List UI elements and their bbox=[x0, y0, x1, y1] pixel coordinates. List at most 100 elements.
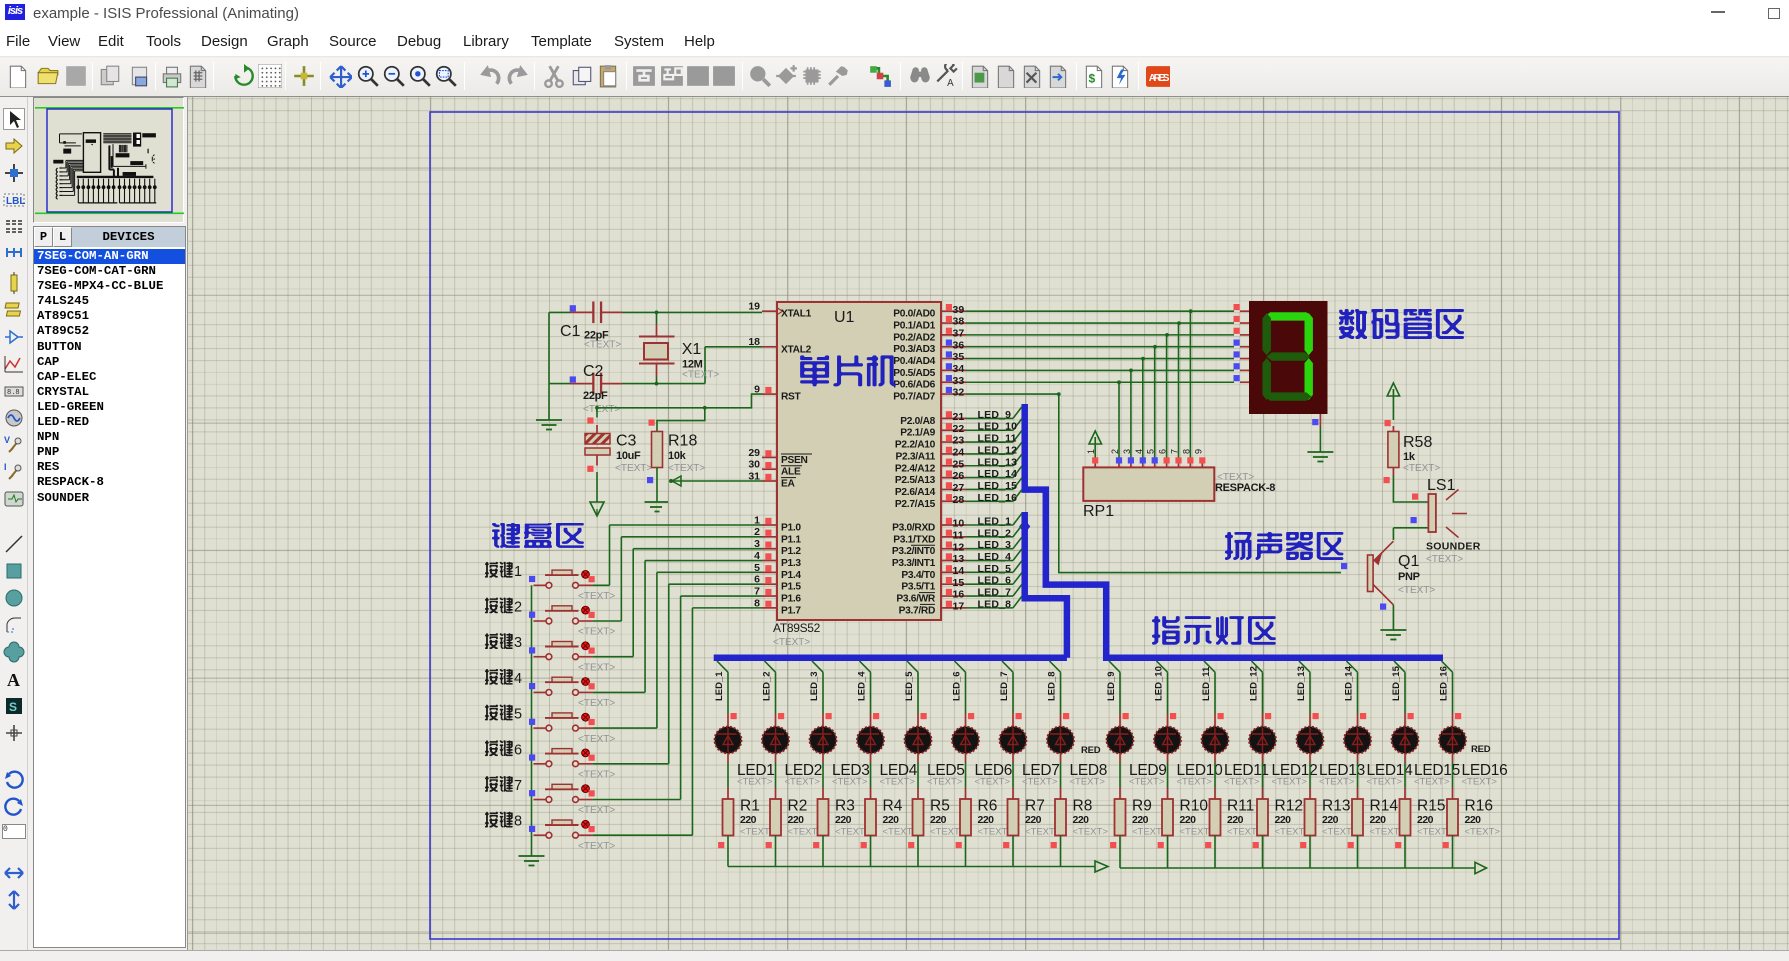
svg-text:ALE: ALE bbox=[781, 467, 801, 478]
svg-text:LBL: LBL bbox=[6, 196, 25, 207]
svg-text:24: 24 bbox=[953, 447, 965, 459]
svg-text:LED_3: LED_3 bbox=[809, 671, 820, 701]
svg-text:LED_12: LED_12 bbox=[978, 444, 1018, 456]
svg-text:P0.2/AD2: P0.2/AD2 bbox=[893, 332, 935, 343]
svg-text:EA: EA bbox=[781, 479, 795, 490]
svg-text:220: 220 bbox=[1227, 814, 1244, 826]
svg-text:P0.1/AD1: P0.1/AD1 bbox=[893, 321, 935, 332]
svg-text:2: 2 bbox=[1110, 449, 1120, 454]
svg-text:<TEXT>: <TEXT> bbox=[668, 463, 705, 474]
svg-text:22pF: 22pF bbox=[583, 390, 608, 402]
svg-text:P3.0/RXD: P3.0/RXD bbox=[892, 523, 935, 534]
svg-text:220: 220 bbox=[835, 814, 852, 826]
svg-text:R9: R9 bbox=[1132, 798, 1152, 815]
svg-text:P0.7/AD7: P0.7/AD7 bbox=[893, 392, 935, 403]
svg-text:8: 8 bbox=[514, 814, 522, 830]
svg-text:1: 1 bbox=[514, 564, 522, 580]
svg-text:C2: C2 bbox=[583, 363, 604, 380]
svg-text:P1.6: P1.6 bbox=[781, 594, 801, 605]
svg-text:R16: R16 bbox=[1465, 798, 1493, 815]
svg-text:R10: R10 bbox=[1180, 798, 1209, 815]
svg-text:16: 16 bbox=[953, 589, 965, 601]
svg-text:<TEXT>: <TEXT> bbox=[578, 662, 615, 673]
svg-text:P2.7/A15: P2.7/A15 bbox=[895, 499, 936, 510]
svg-text:R58: R58 bbox=[1403, 434, 1432, 451]
svg-text:LED_9: LED_9 bbox=[978, 409, 1012, 421]
svg-text:220: 220 bbox=[1132, 814, 1149, 826]
svg-text:RESPACK-8: RESPACK-8 bbox=[1215, 482, 1275, 494]
svg-text:<TEXT>: <TEXT> bbox=[832, 777, 868, 788]
svg-text:LED_8: LED_8 bbox=[978, 598, 1012, 610]
svg-text:5: 5 bbox=[514, 707, 522, 723]
svg-text:XTAL2: XTAL2 bbox=[781, 344, 812, 355]
svg-text:<TEXT>: <TEXT> bbox=[1224, 777, 1260, 788]
svg-text:V: V bbox=[4, 435, 10, 445]
svg-text:LED_16: LED_16 bbox=[1439, 666, 1450, 701]
svg-text:13: 13 bbox=[953, 553, 965, 565]
svg-text:R1: R1 bbox=[740, 798, 760, 815]
svg-text:34: 34 bbox=[953, 363, 965, 375]
svg-text:<TEXT>: <TEXT> bbox=[1129, 777, 1165, 788]
svg-text:P3.6/WR: P3.6/WR bbox=[896, 594, 936, 605]
svg-text:38: 38 bbox=[953, 316, 965, 328]
svg-text:R11: R11 bbox=[1227, 798, 1254, 815]
svg-text:$: $ bbox=[1089, 72, 1096, 86]
svg-text:<TEXT>: <TEXT> bbox=[1465, 827, 1501, 838]
svg-text:35: 35 bbox=[953, 351, 965, 363]
svg-text:LED_11: LED_11 bbox=[1201, 666, 1212, 701]
svg-text:<TEXT>: <TEXT> bbox=[682, 370, 719, 381]
svg-text:<TEXT>: <TEXT> bbox=[1403, 463, 1440, 474]
svg-text:R8: R8 bbox=[1073, 798, 1093, 815]
svg-text:27: 27 bbox=[953, 482, 965, 494]
svg-text:LS1: LS1 bbox=[1427, 477, 1456, 494]
svg-text:X1: X1 bbox=[682, 341, 702, 358]
svg-text:220: 220 bbox=[1025, 814, 1042, 826]
svg-text:15: 15 bbox=[953, 577, 965, 589]
svg-text:4: 4 bbox=[1134, 449, 1144, 454]
svg-text:220: 220 bbox=[1180, 814, 1197, 826]
svg-text:<TEXT>: <TEXT> bbox=[578, 591, 615, 602]
svg-text:SOUNDER: SOUNDER bbox=[1426, 541, 1481, 553]
svg-text:<TEXT>: <TEXT> bbox=[615, 463, 652, 474]
svg-text:P1.0: P1.0 bbox=[781, 523, 801, 534]
svg-text:5: 5 bbox=[1146, 449, 1156, 454]
svg-text:17: 17 bbox=[953, 600, 965, 612]
svg-text:LED_3: LED_3 bbox=[978, 539, 1012, 551]
svg-text:P3.4/T0: P3.4/T0 bbox=[901, 570, 935, 581]
svg-text:Q1: Q1 bbox=[1398, 553, 1419, 570]
svg-text:<TEXT>: <TEXT> bbox=[1367, 777, 1403, 788]
svg-text:RED: RED bbox=[1081, 745, 1101, 756]
svg-text:<TEXT>: <TEXT> bbox=[578, 698, 615, 709]
svg-text:220: 220 bbox=[1465, 814, 1482, 826]
svg-text:R15: R15 bbox=[1417, 798, 1445, 815]
svg-text:LED_1: LED_1 bbox=[978, 516, 1012, 528]
svg-text:RP1: RP1 bbox=[1083, 503, 1114, 520]
svg-text:P2.3/A11: P2.3/A11 bbox=[895, 451, 935, 462]
svg-text:220: 220 bbox=[788, 814, 805, 826]
svg-text:P0.4/AD4: P0.4/AD4 bbox=[893, 356, 935, 367]
svg-text:LED_10: LED_10 bbox=[978, 421, 1018, 433]
svg-text:<TEXT>: <TEXT> bbox=[1022, 777, 1058, 788]
svg-text:12: 12 bbox=[953, 541, 965, 553]
svg-text:R13: R13 bbox=[1322, 798, 1350, 815]
svg-text:ARES: ARES bbox=[1149, 73, 1170, 84]
svg-text:LED_2: LED_2 bbox=[762, 671, 773, 701]
svg-text:PNP: PNP bbox=[1398, 571, 1420, 583]
svg-text:R7: R7 bbox=[1025, 798, 1045, 815]
svg-text:XTAL1: XTAL1 bbox=[781, 309, 812, 320]
svg-text:LED_5: LED_5 bbox=[978, 563, 1012, 575]
svg-text:3: 3 bbox=[1122, 449, 1132, 454]
svg-text:P0.3/AD3: P0.3/AD3 bbox=[893, 344, 935, 355]
svg-text:10k: 10k bbox=[668, 450, 687, 462]
svg-text:LED_14: LED_14 bbox=[978, 468, 1018, 480]
svg-text:<TEXT>: <TEXT> bbox=[737, 777, 773, 788]
svg-text:<TEXT>: <TEXT> bbox=[578, 734, 615, 745]
svg-text:P2.4/A12: P2.4/A12 bbox=[895, 463, 936, 474]
svg-text:LED_7: LED_7 bbox=[999, 671, 1010, 701]
svg-text:LED_14: LED_14 bbox=[1344, 665, 1355, 701]
svg-text:P1.3: P1.3 bbox=[781, 558, 801, 569]
svg-text:4: 4 bbox=[514, 671, 522, 687]
svg-text:11: 11 bbox=[953, 529, 964, 541]
svg-text:P2.0/A8: P2.0/A8 bbox=[900, 416, 935, 427]
svg-text:220: 220 bbox=[1417, 814, 1434, 826]
